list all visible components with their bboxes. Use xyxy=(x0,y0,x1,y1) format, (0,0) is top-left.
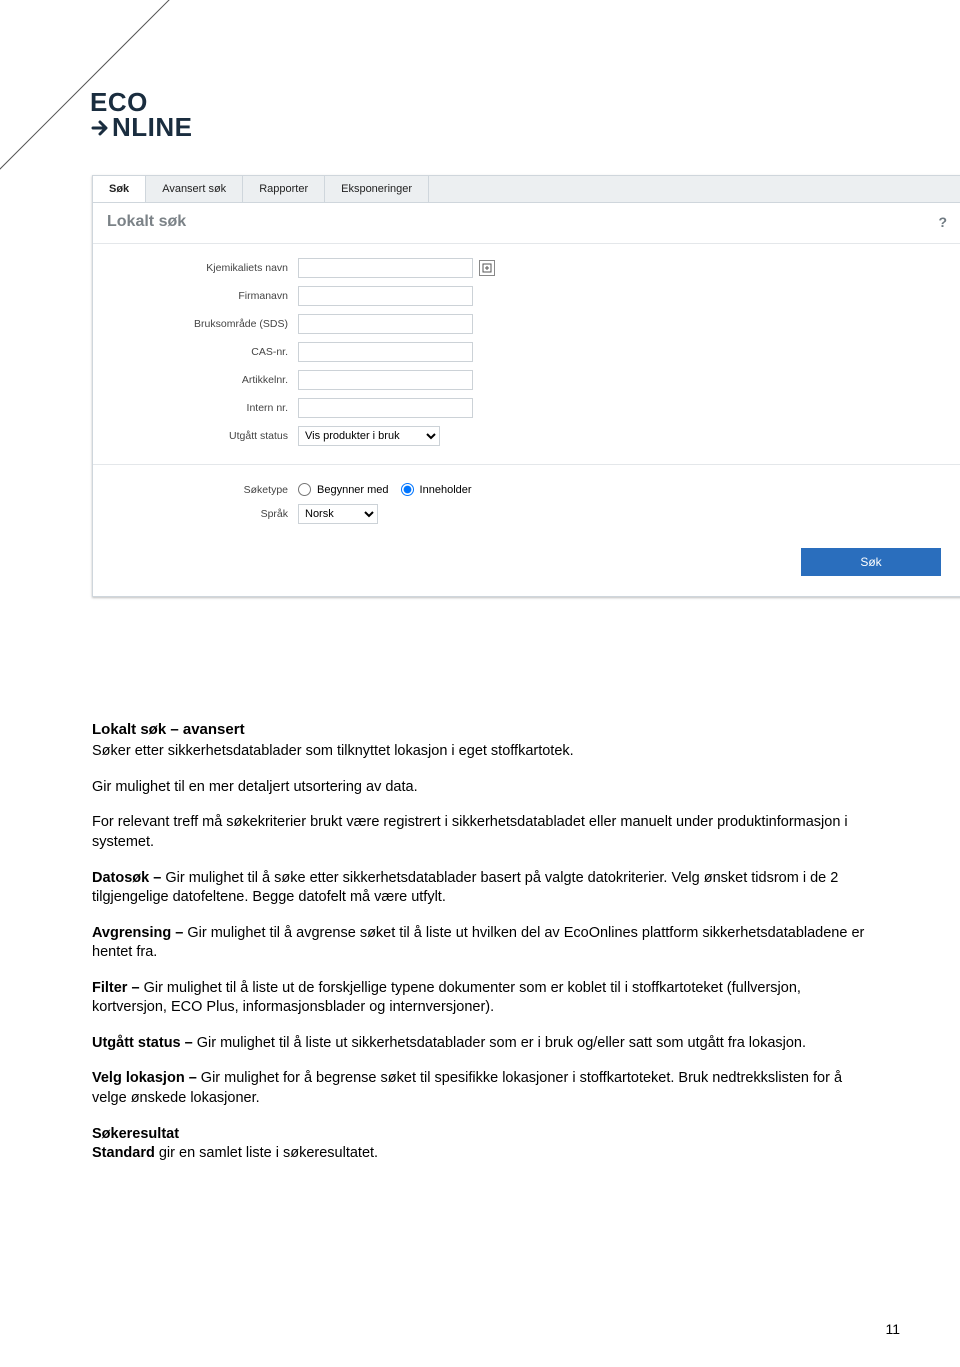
input-artikkelnr[interactable] xyxy=(298,370,473,390)
radio-inneholder[interactable] xyxy=(401,483,414,496)
doc-p2: Gir mulighet til en mer detaljert utsort… xyxy=(92,778,872,798)
form-area: Kjemikaliets navn Firmanavn Bruksområde … xyxy=(93,244,960,596)
doc-p8: Velg lokasjon – Gir mulighet for å begre… xyxy=(92,1069,872,1108)
label-utgatt-status: Utgått status xyxy=(103,430,298,442)
label-artikkelnr: Artikkelnr. xyxy=(103,374,298,386)
panel-header: Lokalt søk ? xyxy=(93,203,960,244)
doc-p5: Avgrensing – Gir mulighet til å avgrense… xyxy=(92,924,872,963)
scan-icon[interactable] xyxy=(479,260,495,276)
help-icon[interactable]: ? xyxy=(938,214,947,230)
doc-heading: Lokalt søk – avansert xyxy=(92,720,872,740)
arrow-icon xyxy=(90,117,112,142)
doc-p9: SøkeresultatStandard gir en samlet liste… xyxy=(92,1125,872,1164)
radio-label-inneholder: Inneholder xyxy=(420,484,472,496)
separator xyxy=(93,464,960,465)
tab-sok[interactable]: Søk xyxy=(93,176,146,202)
label-kjemikaliets-navn: Kjemikaliets navn xyxy=(103,262,298,274)
label-bruksomrade: Bruksområde (SDS) xyxy=(103,318,298,330)
radio-group-soketype: Begynner med Inneholder xyxy=(298,483,472,496)
tabbar: Søk Avansert søk Rapporter Eksponeringer xyxy=(93,176,960,203)
submit-button[interactable]: Søk xyxy=(801,548,941,576)
label-firmanavn: Firmanavn xyxy=(103,290,298,302)
doc-p6: Filter – Gir mulighet til å liste ut de … xyxy=(92,979,872,1018)
radio-label-begynner: Begynner med xyxy=(317,484,389,496)
radio-begynner-med[interactable] xyxy=(298,483,311,496)
input-kjemikaliets-navn[interactable] xyxy=(298,258,473,278)
panel-title: Lokalt søk xyxy=(107,213,186,231)
input-firmanavn[interactable] xyxy=(298,286,473,306)
doc-p1: Søker etter sikkerhetsdatablader som til… xyxy=(92,742,872,762)
page-number: 11 xyxy=(885,1321,900,1337)
select-sprak[interactable]: Norsk xyxy=(298,504,378,524)
doc-p7: Utgått status – Gir mulighet til å liste… xyxy=(92,1034,872,1054)
label-soketype: Søketype xyxy=(103,484,298,496)
input-cas-nr[interactable] xyxy=(298,342,473,362)
tab-eksponeringer[interactable]: Eksponeringer xyxy=(325,176,429,202)
tab-rapporter[interactable]: Rapporter xyxy=(243,176,325,202)
input-bruksomrade[interactable] xyxy=(298,314,473,334)
doc-p3: For relevant treff må søkekriterier bruk… xyxy=(92,813,872,852)
label-sprak: Språk xyxy=(103,508,298,520)
input-intern-nr[interactable] xyxy=(298,398,473,418)
label-intern-nr: Intern nr. xyxy=(103,402,298,414)
logo: ECO NLINE xyxy=(90,90,193,139)
label-cas-nr: CAS-nr. xyxy=(103,346,298,358)
logo-line2: NLINE xyxy=(112,112,193,142)
select-utgatt-status[interactable]: Vis produkter i bruk xyxy=(298,426,440,446)
document-body: Lokalt søk – avansert Søker etter sikker… xyxy=(92,720,872,1180)
tab-avansert-sok[interactable]: Avansert søk xyxy=(146,176,243,202)
app-panel: Søk Avansert søk Rapporter Eksponeringer… xyxy=(92,175,960,597)
corner-stripe xyxy=(0,0,170,170)
doc-p4: Datosøk – Gir mulighet til å søke etter … xyxy=(92,869,872,908)
